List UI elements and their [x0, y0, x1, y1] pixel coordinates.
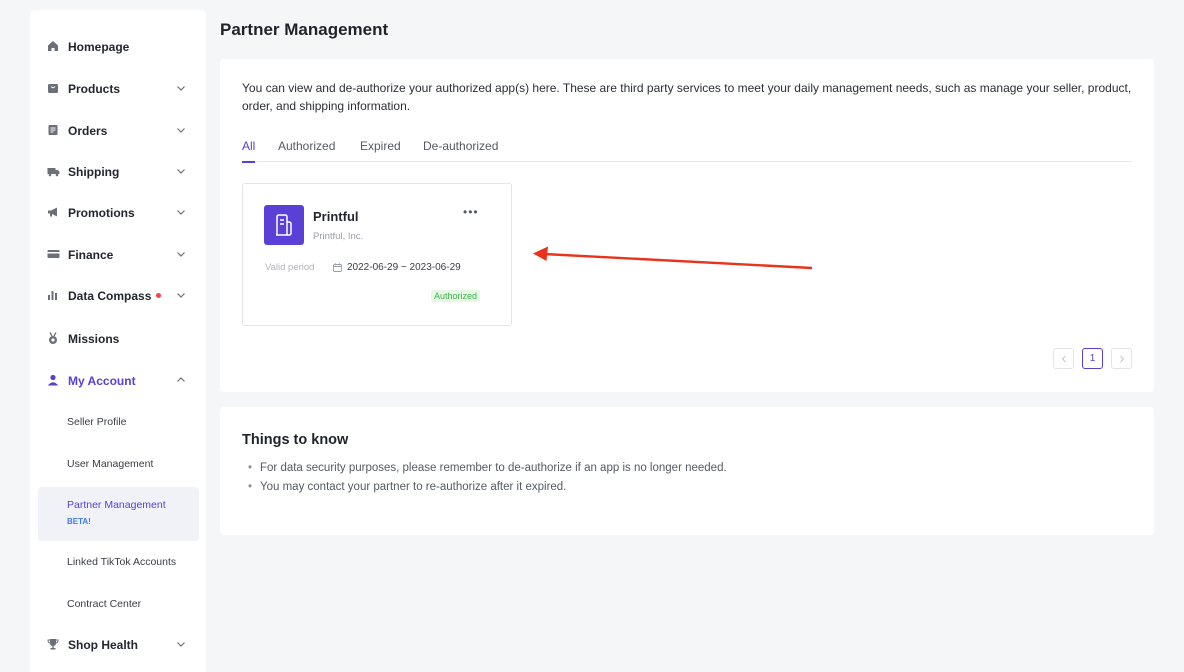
bullet-marker: • [248, 462, 253, 474]
sidebar-subitem-label: User Management [67, 458, 154, 470]
tab-authorized[interactable]: Authorized [278, 139, 335, 162]
sidebar-item-homepage[interactable]: Homepage [30, 35, 206, 59]
sidebar-subitem-contract-center[interactable]: Contract Center [38, 598, 199, 614]
chevron-down-icon [175, 82, 187, 94]
printful-logo-icon [264, 205, 304, 245]
sidebar-subitem-partner-management[interactable]: Partner Management BETA! [38, 487, 199, 541]
page-title: Partner Management [220, 20, 389, 39]
tab-expired[interactable]: Expired [360, 139, 401, 162]
page-description: You can view and de-authorize your autho… [242, 81, 1132, 113]
partner-list-card: You can view and de-authorize your autho… [220, 59, 1154, 392]
sidebar-item-missions[interactable]: Missions [30, 327, 206, 351]
home-icon [46, 39, 60, 53]
sidebar-subitem-label: Contract Center [67, 598, 142, 610]
sidebar-item-label: Products [68, 82, 121, 96]
valid-period-dates: 2022-06-29 ~ 2023-06-29 [347, 262, 461, 273]
pagination-next-button[interactable] [1111, 348, 1132, 369]
sidebar-item-promotions[interactable]: Promotions [30, 201, 206, 225]
sidebar-item-label: Shop Health [68, 638, 139, 652]
things-to-know-title: Things to know [242, 432, 349, 448]
sidebar: Homepage Products Orders Shipping Promot… [30, 10, 206, 672]
sidebar-item-label: Finance [68, 248, 114, 262]
annotation-arrow-icon [533, 246, 813, 270]
sidebar-subitem-linked-tiktok-accounts[interactable]: Linked TikTok Accounts [38, 556, 199, 572]
sidebar-subitem-user-management[interactable]: User Management [38, 458, 199, 474]
chevron-down-icon [175, 248, 187, 260]
beta-badge: BETA! [67, 517, 91, 526]
medal-icon [46, 331, 60, 345]
sidebar-item-label: Data Compass [68, 289, 162, 303]
valid-period-label: Valid period [265, 262, 315, 273]
sidebar-item-my-account[interactable]: My Account [30, 369, 206, 393]
sidebar-item-finance[interactable]: Finance [30, 243, 206, 267]
sidebar-item-label: Homepage [68, 40, 130, 54]
bar-chart-icon [46, 288, 60, 302]
sidebar-item-data-compass[interactable]: Data Compass [30, 284, 206, 308]
sidebar-item-label: Orders [68, 124, 108, 138]
list-item-text: You may contact your partner to re-autho… [260, 481, 567, 493]
sidebar-subitem-seller-profile[interactable]: Seller Profile [38, 416, 199, 432]
things-to-know-card: Things to know • For data security purpo… [220, 407, 1154, 535]
sidebar-item-label: My Account [68, 374, 136, 388]
bag-icon [46, 81, 60, 95]
trophy-icon [46, 637, 60, 651]
sidebar-item-shipping[interactable]: Shipping [30, 160, 206, 184]
user-icon [46, 373, 60, 387]
chevron-down-icon [175, 124, 187, 136]
truck-icon [46, 164, 60, 178]
chevron-up-icon [175, 374, 187, 386]
status-badge: Authorized [431, 290, 481, 302]
sidebar-item-label: Missions [68, 332, 120, 346]
sidebar-item-label: Promotions [68, 206, 135, 220]
more-options-button[interactable]: ••• [463, 206, 479, 218]
chevron-down-icon [175, 206, 187, 218]
chevron-right-icon [1119, 355, 1124, 362]
sidebar-subitem-label: Linked TikTok Accounts [67, 556, 177, 568]
sidebar-subitem-label: Seller Profile [67, 416, 127, 428]
pagination-prev-button[interactable] [1053, 348, 1074, 369]
sidebar-item-shop-health[interactable]: Shop Health [30, 633, 206, 657]
sidebar-item-orders[interactable]: Orders [30, 119, 206, 143]
chevron-down-icon [175, 165, 187, 177]
tab-all[interactable]: All [242, 139, 256, 163]
tab-de-authorized[interactable]: De-authorized [423, 139, 498, 162]
list-item-text: For data security purposes, please remem… [260, 462, 727, 474]
card-icon [46, 247, 60, 261]
bullet-marker: • [248, 481, 253, 493]
chevron-down-icon [175, 289, 187, 301]
notification-dot [156, 293, 162, 299]
app-company: Printful, Inc. [313, 231, 364, 242]
calendar-icon [333, 263, 342, 272]
sidebar-item-products[interactable]: Products [30, 77, 206, 101]
chevron-down-icon [175, 638, 187, 650]
status-tabs: All Authorized Expired De-authorized [242, 139, 1132, 163]
megaphone-icon [46, 205, 60, 219]
sidebar-subitem-label: Partner Management [67, 499, 166, 511]
chevron-left-icon [1061, 355, 1066, 362]
pagination-page-1[interactable]: 1 [1082, 348, 1103, 369]
partner-app-card[interactable]: Printful Printful, Inc. ••• Valid period… [242, 183, 512, 326]
sidebar-item-label: Shipping [68, 165, 120, 179]
document-icon [46, 123, 60, 137]
app-name: Printful [313, 209, 359, 224]
